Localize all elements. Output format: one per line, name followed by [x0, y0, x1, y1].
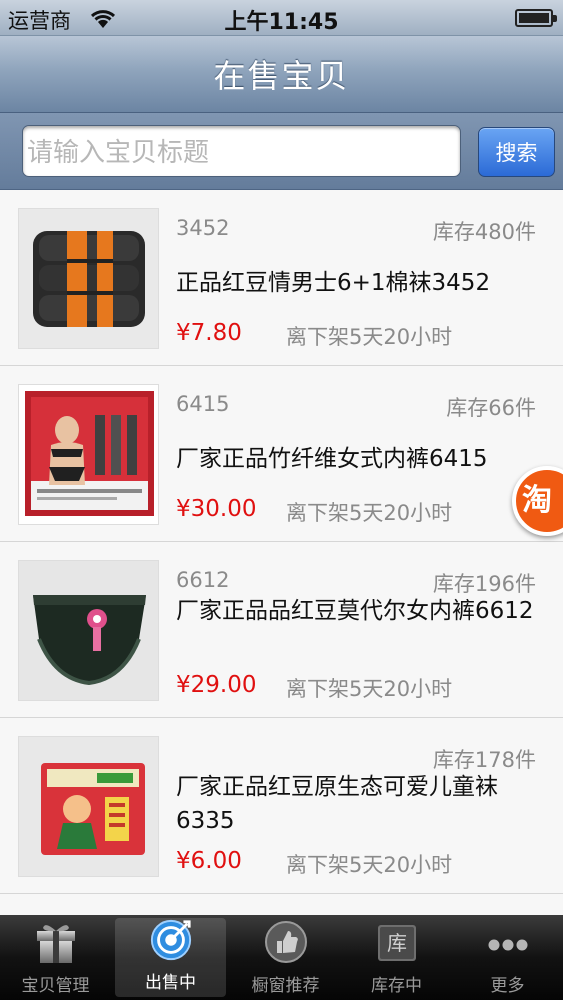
product-thumbnail-lace-briefs [18, 560, 159, 701]
tab-more[interactable]: 更多 [452, 915, 563, 1000]
delist-countdown: 离下架5天20小时 [286, 677, 453, 701]
product-price: ¥29.00 [176, 672, 257, 698]
page-title: 在售宝贝 [213, 57, 350, 95]
product-price: ¥6.00 [176, 848, 242, 874]
thumbs-up-icon [264, 921, 307, 963]
product-thumbnail-socks [18, 208, 159, 349]
delist-countdown: 离下架5天20小时 [286, 325, 453, 349]
more-dots-icon [488, 939, 527, 951]
tab-on-sale[interactable]: 出售中 [115, 918, 226, 997]
delist-countdown: 离下架5天20小时 [286, 501, 453, 525]
status-bar: 运营商 上午11:45 [0, 0, 563, 36]
product-price: ¥30.00 [176, 496, 257, 522]
product-code: 3452 [176, 216, 230, 240]
search-input[interactable] [22, 125, 461, 177]
product-code: 6415 [176, 392, 230, 416]
list-item[interactable]: 库存178件 厂家正品红豆原生态可爱儿童袜6335 ¥6.00 离下架5天20小… [0, 718, 563, 894]
tab-in-stock[interactable]: 库 库存中 [341, 915, 452, 1000]
tab-item-management[interactable]: 宝贝管理 [0, 915, 111, 1000]
stock-count: 库存66件 [446, 396, 536, 420]
svg-text:库: 库 [387, 931, 407, 955]
battery-icon [515, 9, 557, 27]
tab-bar: 宝贝管理 出售中 橱窗推荐 库 库存中 更多 [0, 915, 563, 1000]
product-title: 厂家正品品红豆莫代尔女内裤6612 [176, 598, 534, 624]
tab-label: 库存中 [371, 976, 422, 996]
tab-label: 宝贝管理 [21, 976, 90, 996]
product-title: 厂家正品竹纤维女式内裤6415 [176, 446, 488, 472]
product-code: 6612 [176, 568, 230, 592]
tab-label: 橱窗推荐 [251, 976, 320, 996]
search-bar: 搜索 [0, 113, 563, 190]
product-thumbnail-kids-socks [18, 736, 159, 877]
product-title: 正品红豆情男士6+1棉袜3452 [176, 270, 491, 296]
product-list[interactable]: 3452 库存480件 正品红豆情男士6+1棉袜3452 ¥7.80 离下架5天… [0, 190, 563, 915]
tab-window-recommend[interactable]: 橱窗推荐 [230, 915, 341, 1000]
list-item[interactable]: 3452 库存480件 正品红豆情男士6+1棉袜3452 ¥7.80 离下架5天… [0, 190, 563, 366]
navigation-bar: 在售宝贝 [0, 36, 563, 113]
search-button[interactable]: 搜索 [478, 127, 555, 177]
list-item[interactable]: 6415 库存66件 厂家正品竹纤维女式内裤6415 ¥30.00 离下架5天2… [0, 366, 563, 542]
stock-count: 库存480件 [432, 220, 536, 244]
gift-icon [36, 925, 75, 963]
delist-countdown: 离下架5天20小时 [286, 853, 453, 877]
warehouse-icon: 库 [377, 925, 416, 961]
status-time: 上午11:45 [224, 10, 339, 35]
product-title: 厂家正品红豆原生态可爱儿童袜6335 [176, 774, 498, 834]
tab-label: 更多 [490, 976, 525, 996]
product-thumbnail-underwear-box [18, 384, 159, 525]
product-price: ¥7.80 [176, 320, 242, 346]
tab-label: 出售中 [145, 973, 196, 993]
target-icon [150, 919, 191, 961]
list-item[interactable]: 6612 库存196件 厂家正品品红豆莫代尔女内裤6612 ¥29.00 离下架… [0, 542, 563, 718]
